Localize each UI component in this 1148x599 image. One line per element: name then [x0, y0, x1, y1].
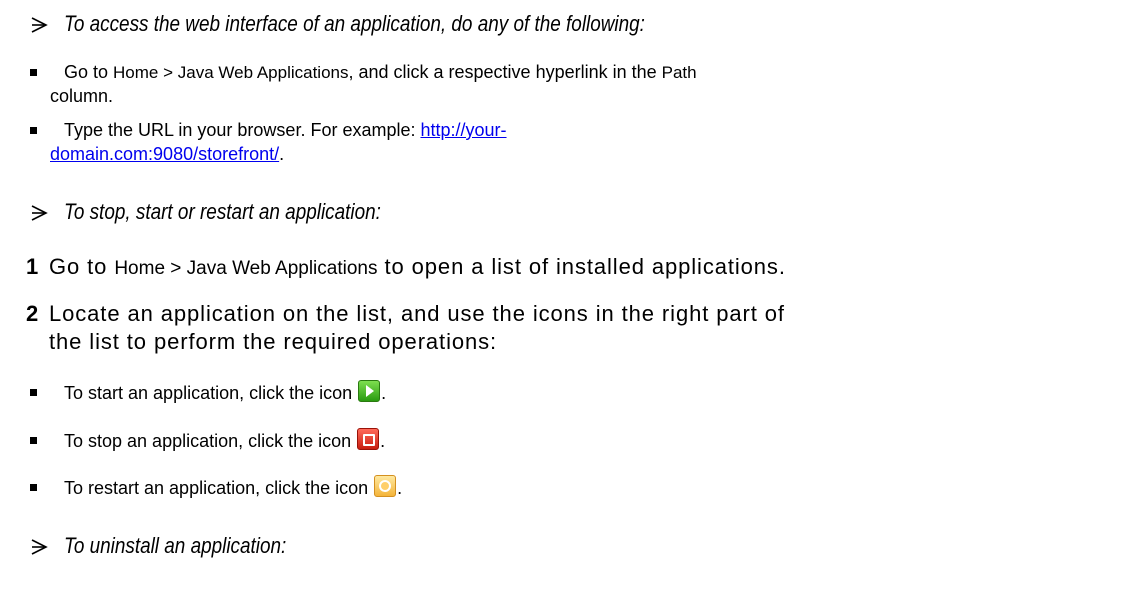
square-bullet-icon: [30, 69, 37, 76]
storefront-link-part1[interactable]: http://your-: [420, 120, 506, 140]
step-number: 1: [26, 254, 39, 279]
step-1-text: Go to Home > Java Web Applications to op…: [49, 254, 786, 279]
arrow-bullet-icon: [31, 539, 48, 555]
square-bullet-icon: [30, 437, 37, 444]
square-bullet-icon: [30, 389, 37, 396]
start-icon: [358, 380, 381, 402]
step-2-text: Locate an application on the list, and u…: [49, 301, 785, 326]
storefront-link-part2[interactable]: domain.com:9080/storefront/: [50, 144, 279, 164]
procedure-heading-text: To uninstall an application:: [64, 533, 287, 558]
step-2-text-cont: the list to perform the required operati…: [49, 329, 498, 354]
step-number: 2: [26, 301, 39, 326]
procedure-heading-text: To access the web interface of an applic…: [64, 11, 645, 36]
arrow-bullet-icon: [31, 17, 48, 33]
bullet-start-app: To start an application, click the icon …: [64, 380, 386, 405]
bullet-type-url: Type the URL in your browser. For exampl…: [64, 120, 507, 140]
procedure-heading-text: To stop, start or restart an application…: [64, 199, 381, 224]
bullet-go-to-home-cont: column.: [50, 86, 114, 106]
bullet-type-url-cont: domain.com:9080/storefront/.: [50, 144, 285, 164]
bullet-restart-app: To restart an application, click the ico…: [64, 475, 402, 500]
bullet-go-to-home: Go to Home > Java Web Applications, and …: [64, 62, 697, 82]
square-bullet-icon: [30, 484, 37, 491]
square-bullet-icon: [30, 127, 37, 134]
arrow-bullet-icon: [31, 205, 48, 221]
restart-icon: [374, 475, 397, 497]
stop-icon: [357, 428, 380, 450]
bullet-stop-app: To stop an application, click the icon .: [64, 428, 385, 453]
